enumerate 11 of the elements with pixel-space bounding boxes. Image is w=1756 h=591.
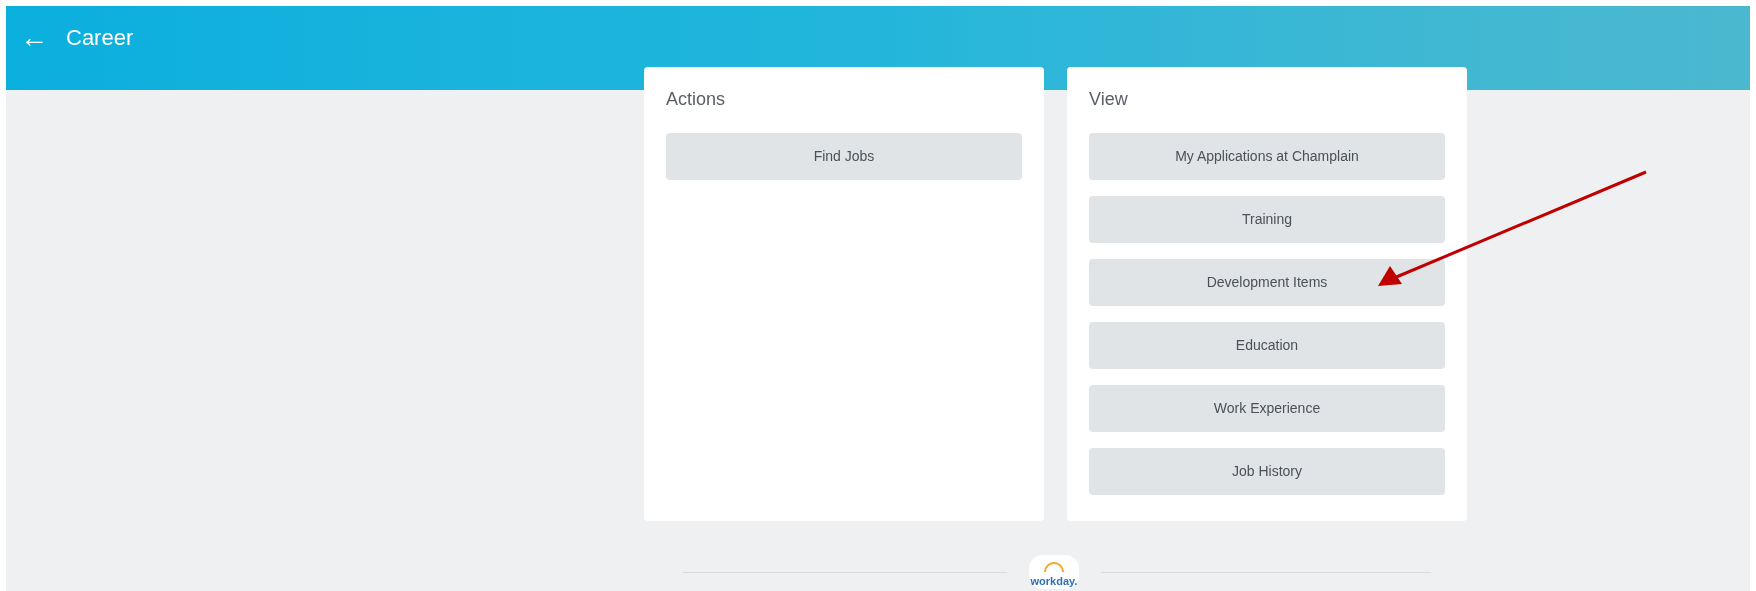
nav-button[interactable]: Training bbox=[1089, 196, 1445, 243]
card-title: Actions bbox=[666, 88, 727, 111]
workday-logo: workday. bbox=[1029, 555, 1079, 589]
nav-button[interactable]: My Applications at Champlain bbox=[1089, 133, 1445, 180]
nav-button[interactable]: Education bbox=[1089, 322, 1445, 369]
nav-button[interactable]: Find Jobs bbox=[666, 133, 1022, 180]
page-title: Career bbox=[66, 24, 134, 52]
nav-button[interactable]: Development Items bbox=[1089, 259, 1445, 306]
nav-button[interactable]: Work Experience bbox=[1089, 385, 1445, 432]
nav-button[interactable]: Job History bbox=[1089, 448, 1445, 495]
card-title: View bbox=[1089, 88, 1129, 111]
